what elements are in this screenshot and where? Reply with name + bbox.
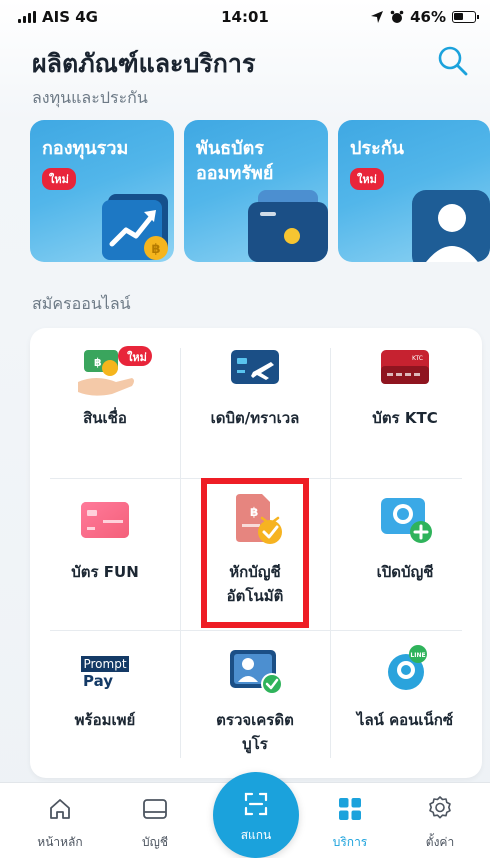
grid-item-debit-travel[interactable]: เดบิต/ทราเวล [180, 328, 330, 478]
section-label-apply: สมัครออนไลน์ [32, 294, 131, 313]
search-icon [438, 46, 468, 76]
promptpay-logo-icon: Prompt Pay [81, 656, 129, 690]
status-bar: AIS 4G 14:01 46% [0, 0, 490, 34]
battery-icon [452, 11, 479, 23]
new-badge: ใหม่ [350, 168, 384, 190]
battery-percent: 46% [410, 8, 446, 26]
card-mutual-fund[interactable]: กองทุนรวม ใหม่ ฿ [30, 120, 174, 262]
new-badge: ใหม่ [42, 168, 76, 190]
grid-icon [339, 798, 361, 820]
growth-chart-icon: ฿ [102, 194, 168, 260]
grid-item-label: บัตร KTC [372, 409, 438, 427]
nav-label: หน้าหลัก [37, 835, 83, 849]
card-insurance[interactable]: ประกัน ใหม่ [338, 120, 490, 262]
nav-settings[interactable]: ตั้งค่า [400, 783, 480, 858]
wallet-icon [248, 190, 328, 262]
search-button[interactable] [436, 44, 470, 78]
promptpay-logo-line2: Pay [83, 672, 114, 690]
grid-item-label: สินเชื่อ [83, 409, 127, 427]
grid-item-open-account[interactable]: เปิดบัญชี [330, 478, 480, 630]
gear-icon [429, 796, 451, 819]
travel-card-icon [231, 350, 279, 384]
card-title: กองทุนรวม [42, 138, 129, 159]
wallet-outline-icon [143, 799, 167, 819]
grid-item-loan[interactable]: ฿ ใหม่ สินเชื่อ [30, 328, 180, 478]
grid-item-label: บัตร FUN [71, 563, 139, 581]
scan-label: สแกน [240, 828, 272, 842]
line-logo-text: LINE [410, 652, 425, 659]
card-savings-bond[interactable]: พันธบัตร ออมทรัพย์ [184, 120, 328, 262]
credit-bureau-icon [230, 650, 283, 695]
nav-home[interactable]: หน้าหลัก [20, 783, 100, 858]
scan-button[interactable]: สแกน [213, 772, 299, 858]
nav-label: บริการ [332, 835, 368, 849]
person-avatar-icon [412, 190, 490, 262]
section-label-invest: ลงทุนและประกัน [32, 88, 148, 107]
grid-item-label: เดบิต/ทราเวล [210, 409, 300, 427]
grid-item-label-line2: บูโร [242, 735, 268, 753]
alarm-icon [390, 10, 404, 23]
grid-item-label-line1: ตรวจเครดิต [216, 711, 294, 729]
svg-text:฿: ฿ [94, 356, 102, 369]
grid-item-fun-card[interactable]: บัตร FUN [30, 478, 180, 630]
grid-item-credit-bureau[interactable]: ตรวจเครดิต บูโร [180, 630, 330, 778]
nav-accounts[interactable]: บัญชี [115, 783, 195, 858]
new-badge: ใหม่ [127, 351, 147, 364]
fun-card-icon [81, 502, 129, 538]
ktc-card-icon: KTC [381, 350, 429, 384]
card-title: พันธบัตร ออมทรัพย์ [196, 138, 274, 184]
app-screen: AIS 4G 14:01 46% ผลิตภัณฑ์และบริการ ลงทุ… [0, 0, 490, 858]
grid-item-label: ไลน์ คอนเน็กซ์ [356, 711, 454, 729]
open-account-icon [381, 498, 432, 543]
grid-item-line-connect[interactable]: LINE ไลน์ คอนเน็กซ์ [330, 630, 480, 778]
grid-item-promptpay[interactable]: Prompt Pay พร้อมเพย์ [30, 630, 180, 778]
highlight-box [201, 478, 309, 628]
svg-text:฿: ฿ [151, 242, 160, 257]
feature-cards: กองทุนรวม ใหม่ ฿ พันธบัตร ออมทรัพย์ ประก… [30, 120, 490, 262]
ktc-logo-text: KTC [412, 355, 423, 362]
grid-item-label: พร้อมเพย์ [74, 711, 136, 729]
scan-icon [244, 792, 268, 816]
promptpay-logo-line1: Prompt [81, 656, 129, 672]
nav-services[interactable]: บริการ [310, 783, 390, 858]
home-icon [50, 799, 70, 819]
line-connect-icon: LINE [388, 645, 427, 690]
grid-item-ktc-card[interactable]: KTC บัตร KTC [330, 328, 480, 478]
location-arrow-icon [371, 11, 384, 23]
grid-item-label: เปิดบัญชี [376, 563, 434, 581]
nav-label: ตั้งค่า [425, 835, 455, 849]
nav-label: บัญชี [142, 835, 168, 849]
page-title: ผลิตภัณฑ์และบริการ [32, 49, 256, 78]
card-title: ประกัน [350, 138, 404, 159]
status-right: 46% [370, 8, 479, 26]
